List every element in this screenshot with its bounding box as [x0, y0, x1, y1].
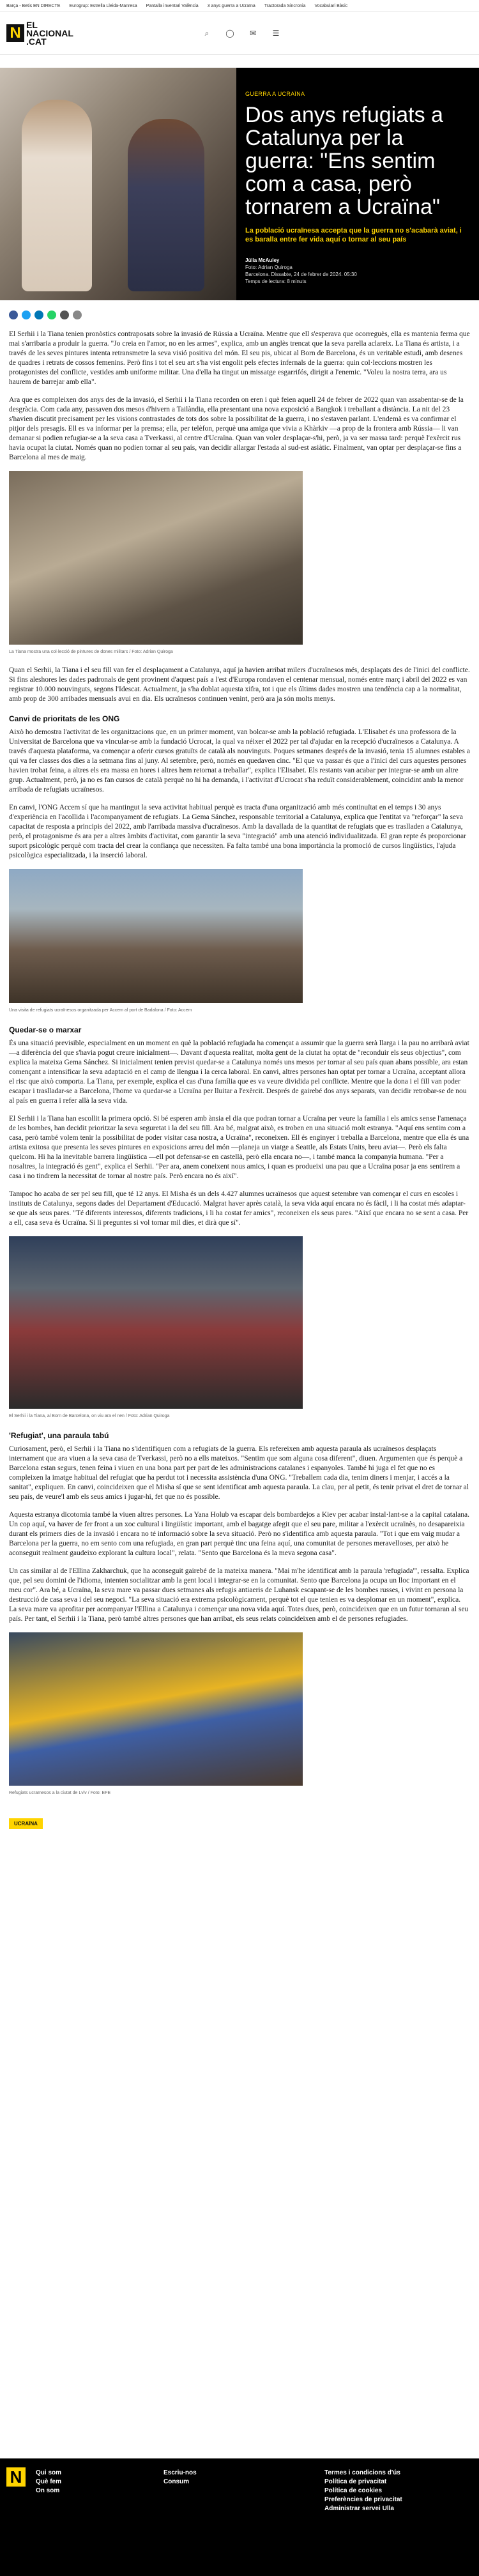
section-heading: 'Refugiat', una paraula tabú — [9, 1431, 109, 1440]
paragraph: El Serhii i la Tiana tenien pronòstics c… — [9, 330, 470, 386]
subheadline: La població ucraïnesa accepta que la gue… — [245, 227, 462, 243]
footer-link[interactable]: Termes i condicions d'ús — [324, 2469, 402, 2478]
topbar-link[interactable]: Vocabulari Bàsic — [314, 4, 347, 8]
hero-kicker[interactable]: GUERRA A UCRAÏNA — [245, 91, 464, 97]
header-actions: ⌕ ◯ ✉ ☰ — [202, 28, 281, 38]
photo-caption: Refugiats ucraïnesos a la ciutat de Lviv… — [9, 1791, 111, 1795]
article-photo — [9, 1236, 303, 1409]
email-icon[interactable] — [60, 310, 69, 319]
logo-mark: N — [6, 24, 24, 42]
share-bar — [0, 300, 479, 330]
paragraph: Aquesta estranya dicotomia també la viue… — [9, 1511, 470, 1557]
paragraph: Ara que es compleixen dos anys des de la… — [9, 396, 464, 461]
menu-icon[interactable]: ☰ — [271, 28, 281, 38]
person-figure — [22, 100, 92, 291]
topbar-link[interactable]: Eurogrup: Estrella Lleida-Manresa — [69, 4, 137, 8]
whatsapp-icon[interactable] — [47, 310, 56, 319]
site-header: N EL NACIONAL .CAT ⌕ ◯ ✉ ☰ — [0, 12, 479, 55]
topbar-link[interactable]: Tractorada Sincronia — [264, 4, 306, 8]
topbar-link[interactable]: Barça - Betis EN DIRECTE — [6, 4, 60, 8]
article-body: El Serhii i la Tiana tenien pronòstics c… — [0, 330, 479, 1798]
paragraph: El Serhii i la Tiana han escollit la pri… — [9, 1115, 469, 1180]
paragraph: Tampoc ho acaba de ser pel seu fill, que… — [9, 1190, 469, 1227]
facebook-icon[interactable] — [9, 310, 18, 319]
site-footer: N Qui som Què fem On som Escriu-nos Cons… — [0, 2458, 479, 2576]
topbar: Barça - Betis EN DIRECTE Eurogrup: Estre… — [0, 0, 479, 12]
logo-line3: .CAT — [26, 36, 47, 47]
user-icon[interactable]: ◯ — [225, 28, 235, 38]
article-photo — [9, 1632, 303, 1786]
search-icon[interactable]: ⌕ — [202, 28, 212, 38]
footer-link[interactable]: On som — [36, 2487, 61, 2496]
footer-column: Escriu-nos Consum — [163, 2469, 197, 2487]
byline: Júlia McAuley Foto: Adrian Quiroga Barce… — [245, 257, 464, 285]
site-logo[interactable]: N EL NACIONAL .CAT — [6, 20, 73, 47]
reading-time: Temps de lectura: 8 minuts — [245, 279, 307, 284]
paragraph: Un cas similar al de l'Ellina Zakharchuk… — [9, 1567, 469, 1623]
footer-link[interactable]: Escriu-nos — [163, 2469, 197, 2478]
topic-tag[interactable]: UCRAÏNA — [9, 1818, 43, 1829]
paragraph: Això ho demostra l'activitat de les orga… — [9, 728, 470, 793]
footer-column: Termes i condicions d'ús Política de pri… — [324, 2469, 402, 2513]
footer-link[interactable]: Administrar servei Ulla — [324, 2504, 402, 2513]
article-photo — [9, 869, 303, 1003]
logo-text: EL NACIONAL .CAT — [26, 20, 73, 47]
paragraph: En canvi, l'ONG Accem sí que ha mantingu… — [9, 804, 466, 859]
linkedin-icon[interactable] — [34, 310, 43, 319]
photo-caption: El Serhii i la Tiana, al Born de Barcelo… — [9, 1414, 170, 1418]
twitter-icon[interactable] — [22, 310, 31, 319]
topbar-link[interactable]: Pantalla inventari València — [146, 4, 199, 8]
section-heading: Canvi de prioritats de les ONG — [9, 714, 120, 723]
photo-caption: Una visita de refugiats ucraïnesos organ… — [9, 1008, 192, 1013]
mail-icon[interactable]: ✉ — [248, 28, 258, 38]
footer-link[interactable]: Qui som — [36, 2469, 61, 2478]
footer-link[interactable]: Què fem — [36, 2478, 61, 2487]
paragraph: És una situació previsible, especialment… — [9, 1039, 469, 1105]
paragraph: Quan el Serhii, la Tiana i el seu fill v… — [9, 666, 470, 703]
footer-column: Qui som Què fem On som — [36, 2469, 61, 2496]
copy-link-icon[interactable] — [73, 310, 82, 319]
footer-link[interactable]: Política de privacitat — [324, 2478, 402, 2487]
person-figure — [128, 119, 204, 291]
paragraph: Curiosament, però, el Serhii i la Tiana … — [9, 1445, 469, 1501]
footer-link[interactable]: Política de cookies — [324, 2487, 402, 2496]
topbar-link[interactable]: 3 anys guerra a Ucraïna — [208, 4, 255, 8]
headline: Dos anys refugiats a Catalunya per la gu… — [245, 103, 443, 219]
photo-caption: La Tiana mostra una col·lecció de pintur… — [9, 650, 173, 654]
hero-text: GUERRA A UCRAÏNA Dos anys refugiats a Ca… — [236, 68, 479, 300]
publish-date: Barcelona. Dissabte, 24 de febrer de 202… — [245, 272, 357, 277]
footer-link[interactable]: Preferències de privacitat — [324, 2496, 402, 2504]
footer-link[interactable]: Consum — [163, 2478, 197, 2487]
hero-image — [0, 68, 236, 300]
section-heading: Quedar-se o marxar — [9, 1025, 82, 1034]
author[interactable]: Júlia McAuley — [245, 257, 279, 263]
footer-logo[interactable]: N — [6, 2467, 26, 2487]
article-photo — [9, 471, 303, 645]
hero: GUERRA A UCRAÏNA Dos anys refugiats a Ca… — [0, 68, 479, 300]
photo-credit: Foto: Adrian Quiroga — [245, 264, 293, 270]
